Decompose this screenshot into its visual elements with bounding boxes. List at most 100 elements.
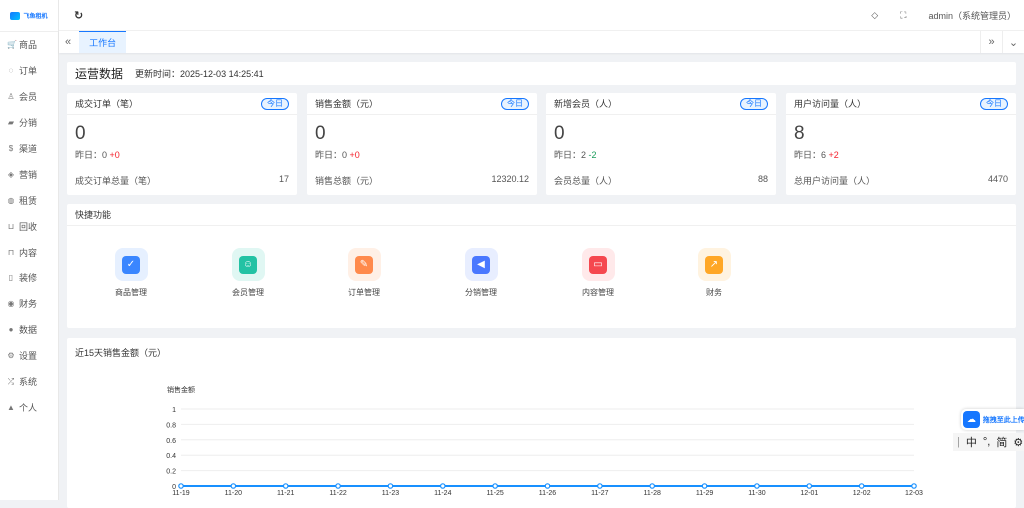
x-tick-label: 11-23	[382, 490, 399, 497]
chevron-down-icon[interactable]: ⌄	[1002, 31, 1024, 53]
quick-functions: 快捷功能 ✓ 商品管理 ☺ 会员管理 ✎ 订单管理 ◀ 分销管理 ▭ 内容管理 ↗ 财务	[67, 204, 1016, 328]
sidebar-item[interactable]: ◉ 财务	[0, 291, 58, 317]
today-badge: 今日	[501, 97, 529, 110]
data-point[interactable]	[544, 483, 551, 489]
today-badge: 今日	[261, 97, 289, 110]
sidebar-item[interactable]: ◈ 营销	[0, 161, 58, 187]
cloud-icon: ☁	[963, 411, 980, 428]
quick-item[interactable]: ✎ 订单管理	[329, 248, 399, 298]
today-badge: 今日	[740, 97, 768, 110]
x-tick-label: 11-24	[434, 490, 451, 497]
gear-icon: ⚙	[7, 351, 15, 361]
gem-icon: ◈	[7, 169, 15, 179]
delta: +0	[349, 150, 360, 160]
x-tick-label: 11-22	[329, 490, 346, 497]
quick-icon: ◀	[464, 248, 498, 281]
sidebar-item[interactable]: ⤮ 系统	[0, 369, 58, 395]
card-value: 0	[315, 123, 326, 144]
top-header: ↻ ◇ ⛶ admin（系统管理员）	[59, 0, 1024, 31]
yesterday-row: 昨日：0 +0	[315, 150, 360, 160]
scroll-right-icon[interactable]: »	[980, 31, 1002, 53]
x-tick-label: 11-27	[591, 490, 608, 497]
y-tick-label: 0.4	[166, 453, 176, 460]
delta: +0	[109, 150, 120, 160]
data-point[interactable]	[282, 483, 289, 489]
total-label: 总用户访问量（人）	[794, 176, 876, 186]
quick-item[interactable]: ✓ 商品管理	[96, 248, 166, 298]
data-point[interactable]	[492, 483, 498, 489]
scroll-left-icon[interactable]: «	[65, 36, 71, 48]
ime-toolbar: | 中 °, 简 ⚙	[953, 433, 1024, 451]
data-point[interactable]	[439, 483, 446, 489]
total-label: 销售总额（元）	[315, 176, 379, 186]
stat-card: 成交订单（笔） 今日 0 昨日：0 +0 成交订单总量（笔） 17	[67, 93, 297, 195]
total-label: 会员总量（人）	[554, 176, 618, 186]
data-point[interactable]	[597, 483, 603, 489]
data-point[interactable]	[335, 483, 341, 489]
ime-punct[interactable]: °,	[983, 436, 990, 448]
stat-card: 新增会员（人） 今日 0 昨日：2 -2 会员总量（人） 88	[546, 93, 776, 195]
y-tick-label: 0.2	[166, 469, 176, 476]
tablet-icon: ▯	[8, 273, 14, 283]
tag-icon[interactable]: ◇	[871, 10, 878, 21]
x-tick-label: 11-29	[696, 490, 713, 497]
sidebar-item[interactable]: $ 渠道	[0, 136, 58, 162]
ime-mode[interactable]: 中	[966, 434, 977, 450]
data-point[interactable]	[858, 483, 865, 489]
logo-icon	[10, 11, 21, 20]
quick-item[interactable]: ☺ 会员管理	[213, 248, 283, 298]
ime-settings-icon[interactable]: ⚙	[1013, 436, 1023, 449]
quick-item[interactable]: ◀ 分销管理	[446, 248, 516, 298]
person-icon: ▲	[7, 402, 15, 412]
total-value: 4470	[987, 174, 1008, 184]
data-point[interactable]	[230, 483, 237, 489]
yesterday-row: 昨日：0 +0	[75, 150, 120, 160]
globe-icon: ●	[8, 325, 14, 335]
user-menu[interactable]: admin（系统管理员）	[928, 9, 1016, 22]
refresh-icon[interactable]: ↻	[74, 9, 83, 22]
x-tick-label: 11-25	[486, 490, 503, 497]
upload-drop-widget[interactable]: ☁ 拖拽至此上传	[961, 409, 1024, 430]
sidebar-item[interactable]: ◍ 租赁	[0, 187, 58, 213]
sidebar-item[interactable]: ⊓ 内容	[0, 239, 58, 265]
sidebar-item[interactable]: ◌ 订单	[0, 58, 58, 84]
quick-icon: ▭	[581, 248, 615, 281]
sidebar-item[interactable]: ▲ 个人	[0, 394, 58, 420]
sales-chart: 销售金额00.20.40.60.8111-19 11-20 11-21 11-22 11…	[166, 385, 923, 497]
sidebar-item[interactable]: ♙ 会员	[0, 84, 58, 110]
tab-bar: « 工作台 » ⌄	[59, 31, 1024, 53]
quick-item[interactable]: ↗ 财务	[679, 248, 749, 298]
sidebar-item[interactable]: ▯ 装修	[0, 265, 58, 291]
fullscreen-icon[interactable]: ⛶	[900, 10, 906, 21]
sidebar-item[interactable]: ▰ 分销	[0, 110, 58, 136]
total-value: 17	[278, 174, 289, 184]
data-point[interactable]	[754, 483, 760, 489]
data-point[interactable]	[806, 483, 813, 489]
data-point[interactable]	[387, 483, 394, 489]
quick-item[interactable]: ▭ 内容管理	[563, 248, 633, 298]
sidebar-item[interactable]: ● 数据	[0, 317, 58, 343]
data-point[interactable]	[649, 483, 656, 489]
quick-icon: ↗	[697, 248, 731, 281]
tab-workbench[interactable]: 工作台	[79, 31, 127, 53]
x-tick-label: 11-28	[644, 490, 661, 497]
card-value: 0	[75, 123, 86, 144]
logo[interactable]: 飞鱼租机	[0, 0, 58, 32]
data-point[interactable]	[701, 483, 708, 489]
page-title: 运营数据	[75, 67, 124, 81]
sidebar-item[interactable]: 🛒 商品	[0, 32, 58, 58]
sidebar-item[interactable]: ⊔ 回收	[0, 213, 58, 239]
data-point[interactable]	[911, 483, 917, 489]
cart-icon: 🛒	[7, 40, 17, 50]
data-point[interactable]	[178, 483, 184, 489]
overview-header: 运营数据 更新时间：2025-12-03 14:25:41	[67, 62, 1016, 85]
user-icon: ♙	[7, 92, 15, 102]
shield-icon: ◍	[7, 195, 15, 205]
card-value: 0	[554, 123, 565, 144]
card-title: 用户访问量（人）	[794, 99, 867, 109]
sales-chart-panel: 近15天销售金额（元） 销售金额 0 0.2 0.4 0.6 0.8 1 11-19 11-20…	[67, 338, 1016, 508]
x-tick-label: 11-19	[172, 490, 189, 497]
sidebar-item[interactable]: ⚙ 设置	[0, 343, 58, 369]
y-tick-label: 0.8	[166, 422, 176, 429]
ime-simplified[interactable]: 简	[996, 434, 1007, 450]
